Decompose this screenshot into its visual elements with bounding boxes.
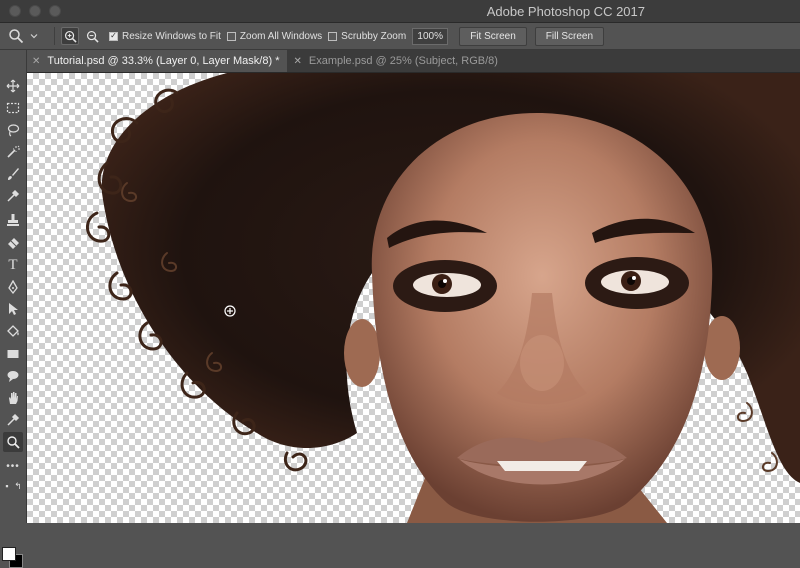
eyedropper-icon: [7, 413, 20, 426]
hand-icon: [9, 392, 18, 404]
zoom-in-button[interactable]: [61, 27, 79, 45]
hand-tool[interactable]: [3, 388, 23, 408]
fit-screen-button[interactable]: Fit Screen: [459, 26, 527, 46]
speech-bubble-icon: [7, 371, 19, 382]
checkbox-icon: [328, 31, 338, 41]
swap-colors-button[interactable]: ↰: [13, 476, 23, 496]
document-canvas[interactable]: [27, 73, 800, 523]
paint-bucket-icon: [7, 325, 19, 337]
move-tool[interactable]: [3, 76, 23, 96]
magnifier-icon: [7, 436, 20, 449]
arrow-cursor-icon: [9, 303, 18, 315]
zoom-percent-field[interactable]: 100%: [412, 27, 449, 45]
zoom-tool-icon: [9, 29, 24, 44]
pen-tool[interactable]: [3, 277, 23, 297]
zoom-out-icon: [86, 30, 99, 43]
close-tab-icon[interactable]: ✕: [293, 56, 301, 67]
swap-arrows-icon: ↰: [14, 480, 22, 491]
foreground-color-swatch[interactable]: [2, 547, 16, 561]
window-controls: [9, 5, 61, 17]
zoom-all-windows-label: Zoom All Windows: [239, 30, 323, 42]
app-title: Adobe Photoshop CC 2017: [486, 4, 645, 19]
pen-icon: [8, 280, 18, 294]
path-selection-tool[interactable]: [3, 299, 23, 319]
resize-windows-checkbox[interactable]: ✓ Resize Windows to Fit: [109, 31, 221, 42]
zoom-all-windows-checkbox[interactable]: Zoom All Windows: [226, 30, 323, 42]
close-tab-icon[interactable]: ✕: [32, 56, 40, 67]
close-window-button[interactable]: [9, 5, 21, 17]
checkbox-checked-icon: ✓: [109, 31, 118, 41]
paint-bucket-tool[interactable]: [3, 321, 23, 341]
magic-wand-icon: [7, 145, 20, 158]
default-colors-icon: ▪: [5, 481, 9, 491]
divider: [54, 27, 55, 45]
type-icon: T: [8, 256, 18, 273]
tab-label: Tutorial.psd @ 33.3% (Layer 0, Layer Mas…: [47, 55, 280, 67]
fill-screen-button[interactable]: Fill Screen: [534, 26, 605, 46]
lasso-icon: [7, 124, 20, 137]
more-dots-icon: •••: [6, 460, 20, 472]
options-bar: ✓ Resize Windows to Fit Zoom All Windows…: [0, 23, 800, 50]
zoom-window-button[interactable]: [49, 5, 61, 17]
tab-example[interactable]: ✕ Example.psd @ 25% (Subject, RGB/8): [287, 50, 505, 72]
eraser-icon: [8, 238, 19, 249]
resize-windows-label: Resize Windows to Fit: [122, 30, 221, 42]
scrubby-zoom-label: Scrubby Zoom: [341, 30, 407, 42]
zoom-tool[interactable]: [3, 432, 23, 452]
clone-stamp-tool[interactable]: [3, 210, 23, 230]
chevron-down-icon: [30, 34, 38, 39]
eyedropper-icon: [7, 189, 20, 202]
portrait-photo: [86, 73, 800, 523]
rectangle-tool[interactable]: [3, 344, 23, 364]
ellipse-tool[interactable]: [3, 366, 23, 386]
eyedropper-tool[interactable]: [3, 186, 23, 206]
zoom-out-button[interactable]: [83, 27, 101, 45]
brush-icon: [8, 168, 19, 180]
checkbox-icon: [226, 31, 236, 41]
type-tool[interactable]: T: [3, 255, 23, 275]
tab-tutorial[interactable]: ✕ Tutorial.psd @ 33.3% (Layer 0, Layer M…: [26, 50, 288, 72]
marquee-tool[interactable]: [3, 98, 23, 118]
magic-wand-tool[interactable]: [3, 142, 23, 162]
eraser-tool[interactable]: [3, 233, 23, 253]
eyedropper-secondary-tool[interactable]: [3, 410, 23, 430]
scrubby-zoom-checkbox[interactable]: Scrubby Zoom: [328, 31, 406, 42]
document-tab-bar: ✕ Tutorial.psd @ 33.3% (Layer 0, Layer M…: [26, 50, 800, 73]
marquee-icon: [6, 102, 20, 114]
lasso-tool[interactable]: [3, 120, 23, 140]
move-icon: [6, 79, 20, 93]
tool-preset-picker[interactable]: [8, 28, 48, 44]
tools-panel: T ••• ▪ ↰: [0, 50, 27, 568]
zoom-in-icon: [64, 30, 77, 43]
rectangle-icon: [7, 350, 19, 358]
clone-stamp-icon: [7, 214, 19, 226]
tab-label: Example.psd @ 25% (Subject, RGB/8): [308, 55, 498, 67]
title-bar: Adobe Photoshop CC 2017: [0, 0, 800, 23]
edit-toolbar-button[interactable]: •••: [3, 456, 23, 476]
brush-tool[interactable]: [3, 164, 23, 184]
minimize-window-button[interactable]: [29, 5, 41, 17]
default-colors-button[interactable]: ▪: [2, 476, 12, 496]
